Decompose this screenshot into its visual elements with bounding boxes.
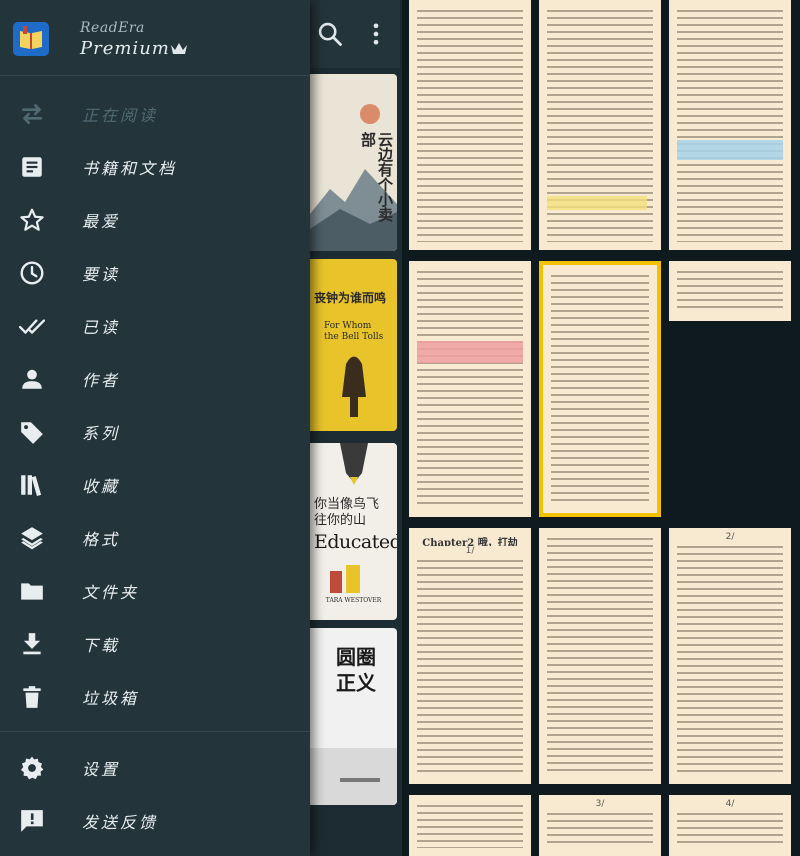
menu-item-label: 格式	[82, 530, 121, 549]
menu-item-label: 正在阅读	[82, 106, 159, 125]
menu-item-send-feedback[interactable]: 发送反馈	[0, 795, 310, 845]
text-highlight	[417, 341, 523, 363]
trash-icon	[23, 686, 41, 708]
menu-item-label: 文件夹	[82, 583, 140, 602]
page-thumbnails: Chapter2 哦，打劫 1/ 2/ 3/ 4/	[402, 0, 800, 856]
menu-item-books-docs[interactable]: 书籍和文档	[0, 141, 310, 191]
menu-item-formats[interactable]: 格式	[0, 512, 310, 562]
double-check-icon	[19, 319, 45, 334]
menu-item-read[interactable]: 已读	[0, 300, 310, 350]
menu-item-folders[interactable]: 文件夹	[0, 565, 310, 615]
tag-icon	[21, 422, 43, 444]
menu-item-favorites[interactable]: 最爱	[0, 194, 310, 244]
app-name: ReadEra	[80, 20, 145, 36]
page-number: 3/	[539, 799, 661, 809]
book-subtitle: Educated	[314, 531, 397, 553]
download-icon	[23, 633, 41, 655]
drawer-header: ReadEra Premium	[0, 0, 310, 76]
page-thumbnail[interactable]: 4/	[669, 795, 791, 856]
page-thumbnail[interactable]	[669, 261, 791, 321]
book-cover[interactable]: 圆圈正义	[310, 628, 397, 805]
book-cover[interactable]: 云边有个小卖部	[310, 74, 397, 251]
document-icon	[22, 157, 42, 177]
page-thumbnail[interactable]	[409, 261, 531, 517]
folder-icon	[21, 583, 43, 600]
person-icon	[22, 369, 42, 389]
page-thumbnail[interactable]: Chapter2 哦，打劫 1/	[409, 528, 531, 784]
menu-item-downloads[interactable]: 下载	[0, 618, 310, 668]
page-number: 4/	[669, 799, 791, 809]
menu-item-label: 要读	[82, 265, 121, 284]
page-thumbnail[interactable]	[409, 0, 531, 250]
book-author: TARA WESTOVER	[325, 597, 382, 604]
navigation-drawer: ReadEra Premium 正在阅读 书籍和文档 最爱 要读 已读 作者 系…	[0, 0, 310, 856]
bookshelf-icon	[21, 475, 42, 497]
menu-item-series[interactable]: 系列	[0, 406, 310, 456]
text-highlight	[547, 196, 647, 210]
menu-item-label: 书籍和文档	[82, 159, 178, 178]
bell-illustration	[342, 356, 366, 417]
menu-item-label: 下载	[82, 636, 121, 655]
clock-icon	[20, 261, 44, 285]
page-number: 2/	[669, 532, 791, 542]
menu-item-trash[interactable]: 垃圾箱	[0, 671, 310, 721]
crown-icon	[171, 43, 187, 54]
menu-item-label: 最爱	[82, 212, 121, 231]
book-title: 你当像鸟飞往你的山	[314, 497, 380, 528]
book-list: 云边有个小卖部 丧钟为谁而鸣 For Whom the Bell Tolls 你…	[310, 68, 402, 856]
star-icon	[20, 208, 44, 231]
menu-item-authors[interactable]: 作者	[0, 353, 310, 403]
page-thumbnail[interactable]	[409, 795, 531, 856]
menu-item-label: 收藏	[82, 477, 121, 496]
menu-divider	[0, 731, 310, 732]
text-highlight	[677, 140, 783, 160]
book-bottom-art	[310, 748, 397, 805]
menu-item-collections[interactable]: 收藏	[0, 459, 310, 509]
page-thumbnail[interactable]	[539, 528, 661, 784]
app-edition: Premium	[80, 38, 170, 59]
page-thumbnail[interactable]	[669, 0, 791, 250]
book-cover[interactable]: 丧钟为谁而鸣 For Whom the Bell Tolls	[310, 259, 397, 431]
menu-item-label: 垃圾箱	[82, 689, 140, 708]
page-number: 1/	[409, 546, 531, 556]
page-thumbnail[interactable]	[539, 0, 661, 250]
menu-item-label: 已读	[82, 318, 121, 337]
book-title: 云边有个小卖部	[359, 132, 394, 222]
search-icon[interactable]	[316, 20, 344, 48]
library-toolbar	[310, 0, 400, 68]
gear-icon	[20, 756, 44, 780]
menu-item-label: 发送反馈	[82, 813, 159, 832]
page-thumbnail[interactable]: 2/	[669, 528, 791, 784]
layers-icon	[21, 527, 43, 550]
menu-item-label: 系列	[82, 424, 121, 443]
menu-item-label: 作者	[82, 371, 121, 390]
menu-item-now-reading[interactable]: 正在阅读	[0, 88, 310, 138]
page-thumbnail-selected[interactable]	[539, 261, 661, 517]
menu-item-label: 设置	[82, 760, 121, 779]
app-logo-icon	[13, 22, 49, 56]
book-cover[interactable]: 你当像鸟飞往你的山 Educated TARA WESTOVER	[310, 443, 397, 620]
page-thumbnail[interactable]: 3/	[539, 795, 661, 856]
more-vertical-icon[interactable]	[362, 20, 390, 48]
menu-item-to-read[interactable]: 要读	[0, 247, 310, 297]
menu-item-settings[interactable]: 设置	[0, 742, 310, 792]
swap-arrows-icon	[22, 104, 42, 124]
feedback-icon	[21, 810, 43, 832]
